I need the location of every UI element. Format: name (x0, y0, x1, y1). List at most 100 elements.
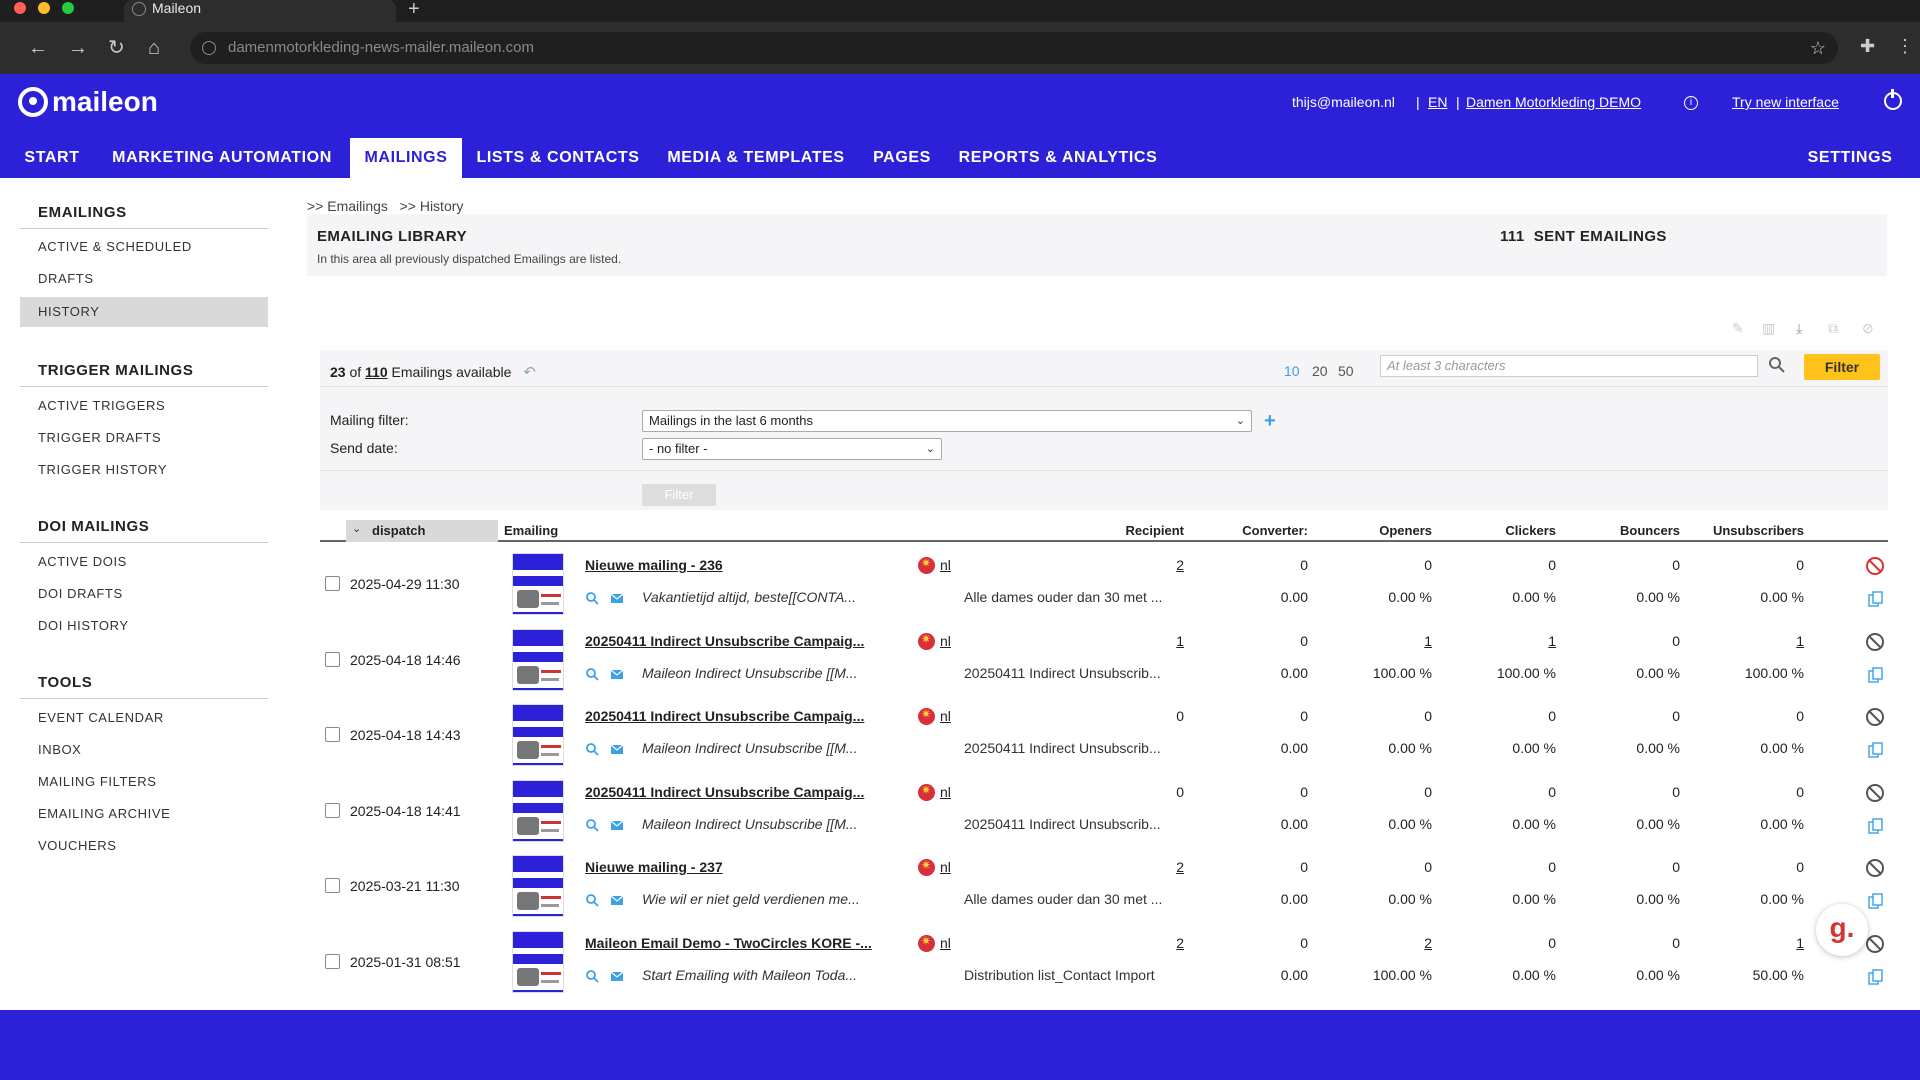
unsubscribers-count[interactable]: 1 (1694, 935, 1804, 951)
envelope-icon[interactable] (610, 893, 624, 907)
column-unsubscribers[interactable]: Unsubscribers (1682, 523, 1804, 538)
recipient-count[interactable]: 0 (1074, 784, 1184, 800)
unsubscribers-count[interactable]: 1 (1694, 633, 1804, 649)
nav-start[interactable]: START (14, 138, 90, 178)
search-icon[interactable] (585, 742, 599, 756)
language-link[interactable]: nl (940, 557, 951, 573)
recipient-count[interactable]: 0 (1074, 708, 1184, 724)
sidebar-item-trigger-history[interactable]: TRIGGER HISTORY (20, 455, 268, 485)
column-bouncers[interactable]: Bouncers (1558, 523, 1680, 538)
search-icon[interactable] (1768, 356, 1786, 374)
language-link[interactable]: nl (940, 935, 951, 951)
cancel-mailing-icon[interactable] (1866, 708, 1884, 726)
browser-menu-icon[interactable]: ⋮ (1896, 36, 1914, 57)
nav-media-templates[interactable]: MEDIA & TEMPLATES (656, 138, 856, 178)
language-link[interactable]: nl (940, 784, 951, 800)
row-checkbox[interactable] (325, 576, 340, 591)
copy-mailing-icon[interactable] (1868, 666, 1884, 683)
total-count-link[interactable]: 110 (365, 364, 388, 380)
nav-lists-contacts[interactable]: LISTS & CONTACTS (468, 138, 648, 178)
send-date-select[interactable]: - no filter - ⌄ (642, 438, 942, 460)
mailing-name-link[interactable]: Nieuwe mailing - 236 (585, 557, 885, 573)
search-input[interactable]: At least 3 characters (1380, 355, 1758, 377)
nav-mailings[interactable]: MAILINGS (350, 138, 462, 178)
clickers-count[interactable]: 1 (1446, 633, 1556, 649)
copy-mailing-icon[interactable] (1868, 742, 1884, 758)
envelope-icon[interactable] (610, 667, 624, 681)
language-link[interactable]: nl (940, 859, 951, 875)
mailing-name-link[interactable]: 20250411 Indirect Unsubscribe Campaig... (585, 708, 885, 724)
site-info-icon[interactable] (202, 41, 216, 55)
language-link[interactable]: EN (1428, 94, 1447, 110)
mailing-name-link[interactable]: 20250411 Indirect Unsubscribe Campaig... (585, 633, 885, 649)
nav-settings[interactable]: SETTINGS (1800, 138, 1900, 178)
sidebar-item-doi-drafts[interactable]: DOI DRAFTS (20, 579, 268, 609)
column-recipient[interactable]: Recipient (984, 523, 1184, 538)
mailing-name-link[interactable]: Maileon Email Demo - TwoCircles KORE -..… (585, 935, 885, 951)
copy-mailing-icon[interactable] (1868, 591, 1884, 607)
browser-tab[interactable]: Maileon (124, 0, 396, 22)
copy-mailing-icon[interactable] (1868, 968, 1884, 985)
logout-icon[interactable] (1884, 89, 1902, 110)
breadcrumb[interactable]: >> Emailings >> History (307, 198, 463, 214)
cancel-icon[interactable]: ⊘ (1862, 320, 1876, 336)
recipient-count[interactable]: 2 (1074, 557, 1184, 573)
edit-icon[interactable]: ✎ (1732, 320, 1746, 336)
search-icon[interactable] (585, 818, 599, 832)
sidebar-item-mailing-filters[interactable]: MAILING FILTERS (20, 767, 268, 797)
row-checkbox[interactable] (325, 727, 340, 742)
apply-filter-button[interactable]: Filter (642, 484, 716, 506)
address-bar[interactable]: damenmotorkleding-news-mailer.maileon.co… (190, 32, 1838, 64)
nav-reports-analytics[interactable]: REPORTS & ANALYTICS (950, 138, 1166, 178)
sidebar-item-active-scheduled[interactable]: ACTIVE & SCHEDULED (20, 232, 268, 262)
recipient-count[interactable]: 2 (1074, 859, 1184, 875)
table-row[interactable]: 2025-04-18 14:46 20250411 Indirect Unsub… (320, 623, 1888, 698)
nav-pages[interactable]: PAGES (866, 138, 938, 178)
minimize-window-button[interactable] (38, 2, 50, 14)
table-row[interactable]: 2025-03-21 11:30 Nieuwe mailing - 237 Wi… (320, 849, 1888, 924)
openers-count[interactable]: 2 (1322, 935, 1432, 951)
forward-icon[interactable]: → (68, 38, 88, 58)
bookmark-star-icon[interactable]: ☆ (1810, 32, 1826, 64)
table-row[interactable]: 2025-01-31 08:51 Maileon Email Demo - Tw… (320, 925, 1888, 1000)
table-row[interactable]: 2025-04-18 14:43 20250411 Indirect Unsub… (320, 698, 1888, 773)
column-emailing[interactable]: Emailing (504, 523, 558, 538)
reload-icon[interactable]: ↻ (108, 38, 125, 58)
copy-mailing-icon[interactable] (1868, 893, 1884, 909)
mailing-name-link[interactable]: 20250411 Indirect Unsubscribe Campaig... (585, 784, 885, 800)
search-icon[interactable] (585, 591, 599, 605)
cancel-mailing-icon[interactable] (1866, 859, 1884, 877)
page-size-20[interactable]: 20 (1312, 363, 1328, 379)
column-converter[interactable]: Converter: (1186, 523, 1308, 538)
cancel-mailing-icon[interactable] (1866, 934, 1884, 953)
extensions-icon[interactable]: ✚ (1860, 36, 1875, 57)
account-link[interactable]: Damen Motorkleding DEMO (1466, 94, 1641, 110)
help-widget-badge[interactable]: g. (1816, 904, 1868, 956)
sidebar-item-event-calendar[interactable]: EVENT CALENDAR (20, 703, 268, 733)
mailing-thumbnail[interactable] (512, 628, 564, 691)
search-icon[interactable] (585, 667, 599, 681)
cancel-mailing-icon[interactable] (1866, 557, 1884, 575)
envelope-icon[interactable] (610, 742, 624, 756)
back-icon[interactable]: ← (28, 38, 48, 58)
search-icon[interactable] (585, 893, 599, 907)
row-checkbox[interactable] (325, 802, 340, 818)
add-filter-icon[interactable]: + (1264, 410, 1276, 433)
mailing-thumbnail[interactable] (512, 779, 564, 842)
page-size-10[interactable]: 10 (1284, 363, 1300, 379)
mailing-thumbnail[interactable] (512, 553, 564, 615)
sidebar-item-inbox[interactable]: INBOX (20, 735, 268, 765)
row-checkbox[interactable] (325, 878, 340, 893)
reset-icon[interactable]: ↶ (523, 364, 536, 381)
row-checkbox[interactable] (325, 953, 340, 969)
envelope-icon[interactable] (610, 818, 624, 832)
sidebar-item-emailing-archive[interactable]: EMAILING ARCHIVE (20, 799, 268, 829)
cancel-mailing-icon[interactable] (1866, 632, 1884, 651)
table-row[interactable]: 2025-04-29 11:30 Nieuwe mailing - 236 Va… (320, 547, 1888, 622)
mailing-thumbnail[interactable] (512, 930, 564, 993)
openers-count[interactable]: 1 (1322, 633, 1432, 649)
sidebar-item-drafts[interactable]: DRAFTS (20, 264, 268, 294)
table-row[interactable]: 2025-04-18 14:41 20250411 Indirect Unsub… (320, 774, 1888, 849)
page-size-50[interactable]: 50 (1338, 363, 1354, 379)
row-checkbox[interactable] (325, 651, 340, 667)
